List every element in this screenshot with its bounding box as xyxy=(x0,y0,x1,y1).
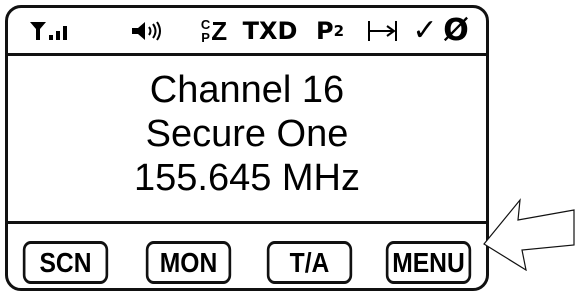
txd-indicator: TXD xyxy=(242,16,298,45)
pointer-arrow-icon xyxy=(483,198,575,271)
cp-top-letter: C xyxy=(200,16,211,32)
channel-label: Channel 16 xyxy=(149,69,345,111)
cp-bottom-letter: P xyxy=(201,29,210,45)
radio-display: C P Z TXD P2 ✓ Ø Channel 16 Secure One 1… xyxy=(5,5,489,291)
mon-softkey[interactable]: MON xyxy=(145,241,232,284)
frequency-label: 155.645 MHz xyxy=(133,157,360,199)
main-display-area: Channel 16 Secure One 155.645 MHz xyxy=(8,68,486,200)
ta-softkey[interactable]: T/A xyxy=(266,241,353,284)
cp-indicator: C P Z xyxy=(192,8,236,53)
status-bar: C P Z TXD P2 ✓ Ø xyxy=(8,8,486,56)
priority-indicator: P2 xyxy=(308,8,352,53)
signal-strength-icon xyxy=(22,8,80,53)
menu-softkey[interactable]: MENU xyxy=(385,241,472,284)
priority-number: 2 xyxy=(333,21,345,40)
null-symbol-icon: Ø xyxy=(443,13,469,48)
speaker-volume-icon xyxy=(124,8,172,53)
zone-label: Secure One xyxy=(145,113,349,155)
range-bracket-icon xyxy=(363,8,403,53)
check-icon: ✓ xyxy=(412,13,438,48)
cp-z-symbol: Z xyxy=(211,15,228,46)
scn-softkey[interactable]: SCN xyxy=(22,241,109,284)
priority-letter: P xyxy=(315,16,334,45)
softkey-bar: SCN MON T/A MENU xyxy=(8,221,486,291)
